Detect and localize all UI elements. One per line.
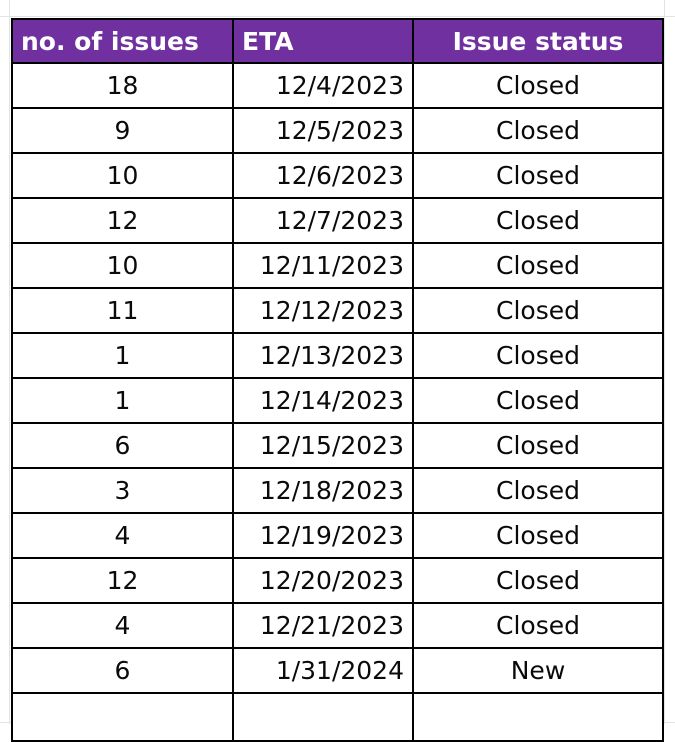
cell-issue-status[interactable]: Closed <box>412 467 664 514</box>
cell-eta[interactable]: 12/18/2023 <box>232 467 414 514</box>
cell-eta[interactable]: 1/31/2024 <box>232 647 414 694</box>
cell-issue-status[interactable]: Closed <box>412 557 664 604</box>
issues-table-container: no. of issues ETA Issue status 18 12/4/2… <box>11 18 664 742</box>
cell-issue-status[interactable]: Closed <box>412 602 664 649</box>
cell-eta[interactable]: 12/14/2023 <box>232 377 414 424</box>
cell-no-of-issues[interactable]: 4 <box>11 602 234 649</box>
cell-issue-status[interactable] <box>412 692 664 742</box>
table-row[interactable]: 10 12/6/2023 Closed <box>11 152 664 199</box>
cell-eta[interactable]: 12/15/2023 <box>232 422 414 469</box>
cell-eta[interactable] <box>232 692 414 742</box>
cell-eta[interactable]: 12/4/2023 <box>232 62 414 109</box>
table-row-empty[interactable] <box>11 692 664 742</box>
table-row[interactable]: 12 12/7/2023 Closed <box>11 197 664 244</box>
cell-eta[interactable]: 12/21/2023 <box>232 602 414 649</box>
column-header-eta[interactable]: ETA <box>232 18 414 64</box>
cell-eta[interactable]: 12/11/2023 <box>232 242 414 289</box>
table-row[interactable]: 11 12/12/2023 Closed <box>11 287 664 334</box>
table-row[interactable]: 1 12/14/2023 Closed <box>11 377 664 424</box>
table-row[interactable]: 10 12/11/2023 Closed <box>11 242 664 289</box>
table-header: no. of issues ETA Issue status <box>11 18 664 64</box>
table-row[interactable]: 18 12/4/2023 Closed <box>11 62 664 109</box>
cell-eta[interactable]: 12/19/2023 <box>232 512 414 559</box>
cell-no-of-issues[interactable]: 12 <box>11 197 234 244</box>
cell-issue-status[interactable]: Closed <box>412 107 664 154</box>
cell-no-of-issues[interactable]: 1 <box>11 332 234 379</box>
table-row[interactable]: 4 12/19/2023 Closed <box>11 512 664 559</box>
cell-issue-status[interactable]: Closed <box>412 512 664 559</box>
cell-eta[interactable]: 12/12/2023 <box>232 287 414 334</box>
cell-eta[interactable]: 12/13/2023 <box>232 332 414 379</box>
cell-issue-status[interactable]: Closed <box>412 197 664 244</box>
table-row[interactable]: 9 12/5/2023 Closed <box>11 107 664 154</box>
table-row[interactable]: 12 12/20/2023 Closed <box>11 557 664 604</box>
cell-no-of-issues[interactable]: 6 <box>11 422 234 469</box>
cell-eta[interactable]: 12/6/2023 <box>232 152 414 199</box>
cell-issue-status[interactable]: Closed <box>412 377 664 424</box>
table-body: 18 12/4/2023 Closed 9 12/5/2023 Closed 1… <box>11 62 664 742</box>
cell-issue-status[interactable]: New <box>412 647 664 694</box>
table-row[interactable]: 6 1/31/2024 New <box>11 647 664 694</box>
cell-no-of-issues[interactable]: 18 <box>11 62 234 109</box>
cell-no-of-issues[interactable]: 10 <box>11 152 234 199</box>
column-header-issue-status[interactable]: Issue status <box>412 18 664 64</box>
cell-no-of-issues[interactable]: 11 <box>11 287 234 334</box>
cell-issue-status[interactable]: Closed <box>412 62 664 109</box>
cell-issue-status[interactable]: Closed <box>412 287 664 334</box>
table-row[interactable]: 6 12/15/2023 Closed <box>11 422 664 469</box>
cell-issue-status[interactable]: Closed <box>412 422 664 469</box>
cell-issue-status[interactable]: Closed <box>412 152 664 199</box>
cell-no-of-issues[interactable]: 9 <box>11 107 234 154</box>
table-row[interactable]: 3 12/18/2023 Closed <box>11 467 664 514</box>
table-row[interactable]: 1 12/13/2023 Closed <box>11 332 664 379</box>
cell-no-of-issues[interactable]: 1 <box>11 377 234 424</box>
cell-no-of-issues[interactable] <box>11 692 234 742</box>
issues-table: no. of issues ETA Issue status 18 12/4/2… <box>11 18 664 742</box>
cell-eta[interactable]: 12/20/2023 <box>232 557 414 604</box>
cell-eta[interactable]: 12/7/2023 <box>232 197 414 244</box>
cell-no-of-issues[interactable]: 3 <box>11 467 234 514</box>
table-row[interactable]: 4 12/21/2023 Closed <box>11 602 664 649</box>
cell-no-of-issues[interactable]: 12 <box>11 557 234 604</box>
cell-issue-status[interactable]: Closed <box>412 242 664 289</box>
cell-no-of-issues[interactable]: 10 <box>11 242 234 289</box>
cell-no-of-issues[interactable]: 6 <box>11 647 234 694</box>
cell-eta[interactable]: 12/5/2023 <box>232 107 414 154</box>
cell-no-of-issues[interactable]: 4 <box>11 512 234 559</box>
header-row: no. of issues ETA Issue status <box>11 18 664 64</box>
column-header-no-of-issues[interactable]: no. of issues <box>11 18 234 64</box>
cell-issue-status[interactable]: Closed <box>412 332 664 379</box>
